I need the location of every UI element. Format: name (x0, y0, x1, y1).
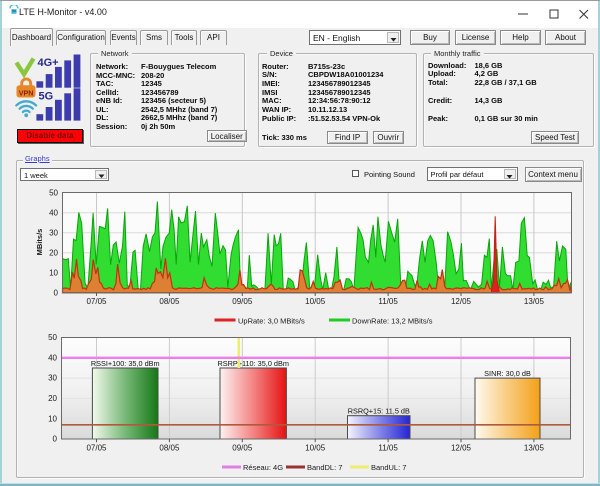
svg-text:10/05: 10/05 (305, 297, 326, 306)
svg-text:11/05: 11/05 (378, 444, 398, 453)
svg-text:Réseau: 4G: Réseau: 4G (243, 463, 283, 472)
svg-text:SINR: 30,0 dB: SINR: 30,0 dB (484, 369, 531, 378)
svg-text:50: 50 (48, 333, 57, 342)
svg-text:UpRate: 3,0 MBits/s: UpRate: 3,0 MBits/s (238, 317, 305, 326)
svg-text:08/05: 08/05 (159, 297, 180, 306)
svg-text:BandUL: 7: BandUL: 7 (371, 463, 406, 472)
svg-text:40: 40 (48, 353, 57, 362)
svg-text:08/05: 08/05 (159, 444, 180, 453)
svg-text:20: 20 (48, 394, 57, 403)
svg-text:MBits/s: MBits/s (35, 229, 44, 256)
svg-text:13/05: 13/05 (524, 297, 545, 306)
svg-text:30: 30 (48, 374, 57, 383)
svg-text:40: 40 (49, 208, 58, 217)
svg-text:13/05: 13/05 (524, 444, 545, 453)
svg-text:4G+: 4G+ (38, 57, 59, 69)
svg-text:50: 50 (49, 188, 58, 197)
svg-text:07/05: 07/05 (86, 444, 107, 453)
svg-text:09/05: 09/05 (232, 444, 253, 453)
svg-text:10/05: 10/05 (305, 444, 326, 453)
svg-text:09/05: 09/05 (232, 297, 253, 306)
svg-text:DownRate: 13,2 MBits/s: DownRate: 13,2 MBits/s (352, 317, 433, 326)
svg-text:RSSI+100: 35,0 dBm: RSSI+100: 35,0 dBm (91, 359, 160, 368)
svg-text:30: 30 (49, 228, 58, 237)
svg-text:20: 20 (49, 248, 58, 257)
svg-text:BandDL: 7: BandDL: 7 (307, 463, 342, 472)
svg-text:RSRQ+15: 11,5 dB: RSRQ+15: 11,5 dB (348, 407, 410, 416)
svg-text:0: 0 (54, 288, 59, 297)
svg-text:11/05: 11/05 (378, 297, 398, 306)
svg-text:VPN: VPN (19, 88, 34, 97)
svg-text:12/05: 12/05 (451, 297, 472, 306)
svg-text:0: 0 (53, 435, 58, 444)
svg-text:07/05: 07/05 (86, 297, 107, 306)
svg-text:10: 10 (48, 414, 57, 423)
svg-text:10: 10 (49, 268, 58, 277)
svg-text:RSRP+110: 35,0 dBm: RSRP+110: 35,0 dBm (217, 359, 288, 368)
svg-text:5G: 5G (39, 90, 54, 102)
svg-text:12/05: 12/05 (451, 444, 472, 453)
